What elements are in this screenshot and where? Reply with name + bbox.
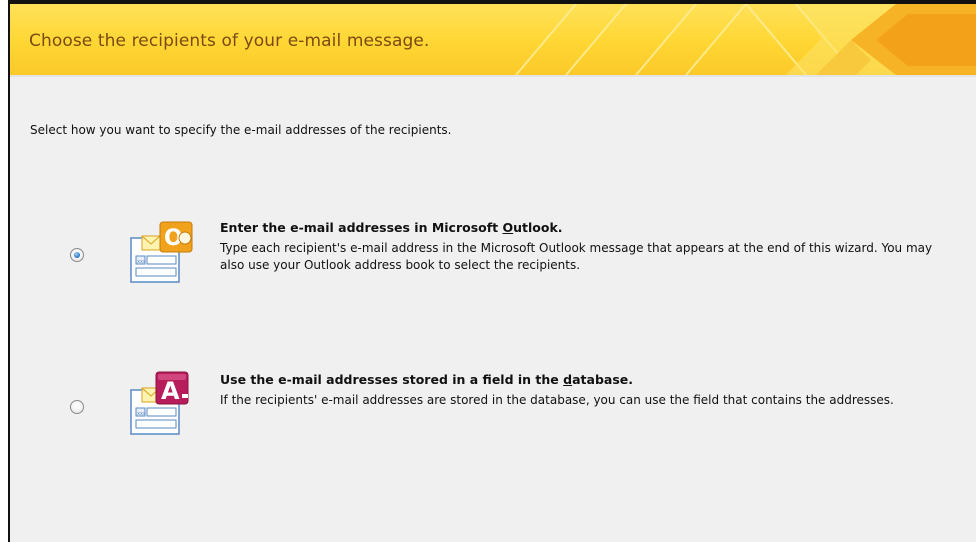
option-database[interactable]: xxx A Use the e-mail addresses stored in… xyxy=(10,364,976,444)
wizard-header: Choose the recipients of your e-mail mes… xyxy=(10,4,976,75)
database-option-title: Use the e-mail addresses stored in a fie… xyxy=(220,372,633,387)
outlook-radio[interactable] xyxy=(70,248,84,262)
header-divider xyxy=(10,75,976,77)
instruction-text: Select how you want to specify the e-mai… xyxy=(30,123,452,137)
outlook-icon: xxx O xyxy=(130,221,193,283)
svg-text:xxx: xxx xyxy=(137,259,146,265)
database-radio[interactable] xyxy=(70,400,84,414)
wizard-frame: Choose the recipients of your e-mail mes… xyxy=(8,0,976,542)
header-decoration xyxy=(515,4,976,75)
svg-text:A: A xyxy=(161,377,180,405)
access-icon: xxx A xyxy=(130,371,189,435)
wizard-title: Choose the recipients of your e-mail mes… xyxy=(29,31,430,51)
database-option-description: If the recipients' e-mail addresses are … xyxy=(220,393,894,407)
option-outlook[interactable]: xxx O Enter the e-mail addresses in Micr… xyxy=(10,212,976,292)
outlook-option-description: Type each recipient's e-mail address in … xyxy=(220,241,933,272)
outlook-option-title: Enter the e-mail addresses in Microsoft … xyxy=(220,220,563,235)
svg-text:xxx: xxx xyxy=(137,411,146,417)
